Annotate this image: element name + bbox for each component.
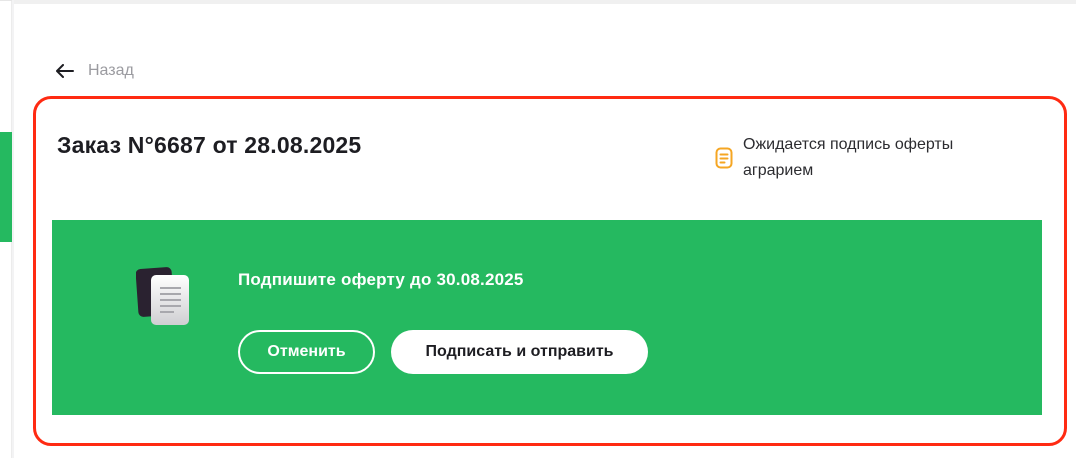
documents-icon <box>135 266 194 333</box>
sign-offer-banner: Подпишите оферту до 30.08.2025 Отменить … <box>52 220 1042 415</box>
document-list-icon <box>715 147 733 174</box>
status-text: Ожидается подпись оферты аграрием <box>743 136 954 179</box>
sidebar-divider <box>0 0 12 1</box>
cancel-button[interactable]: Отменить <box>238 330 375 374</box>
back-link[interactable]: Назад <box>56 62 134 80</box>
banner-message: Подпишите оферту до 30.08.2025 <box>238 270 524 289</box>
main-content: Назад Заказ N°6687 от 28.08.2025 Ожидает… <box>14 4 1076 458</box>
sign-and-send-button[interactable]: Подписать и отправить <box>391 330 648 374</box>
order-title: Заказ N°6687 от 28.08.2025 <box>57 132 362 158</box>
sidebar-active-indicator <box>0 132 12 242</box>
order-status: Ожидается подпись оферты аграрием <box>715 132 1015 184</box>
order-card: Заказ N°6687 от 28.08.2025 Ожидается под… <box>33 96 1067 446</box>
back-label: Назад <box>88 62 134 79</box>
arrow-left-icon <box>56 64 74 78</box>
left-sidebar <box>0 0 12 458</box>
